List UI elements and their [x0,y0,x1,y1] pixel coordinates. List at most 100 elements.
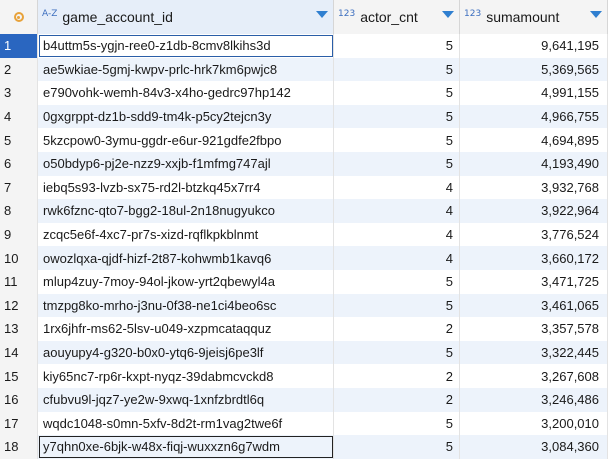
sumamount-cell[interactable]: 9,641,195 [460,34,608,58]
table-row[interactable]: 15 kiy65nc7-rp6r-kxpt-nyqz-39dabmcvckd8 … [0,364,608,388]
actor-cnt-cell[interactable]: 2 [334,317,460,341]
game-account-id-cell[interactable]: b4uttm5s-ygjn-ree0-z1db-8cmv8lkihs3d [38,34,334,58]
game-account-id-cell[interactable]: ae5wkiae-5gmj-kwpv-prlc-hrk7km6pwjc8 [38,57,334,82]
row-number[interactable]: 15 [0,364,38,388]
game-account-id-cell[interactable]: zcqc5e6f-4xc7-pr7s-xizd-rqflkpkblnmt [38,222,334,247]
filter-dropdown-icon[interactable] [590,11,602,18]
row-number[interactable]: 16 [0,388,38,412]
grid-header: A-Z game_account_id 123 actor_cnt 123 su… [0,0,608,35]
row-number[interactable]: 8 [0,199,38,223]
actor-cnt-cell[interactable]: 4 [334,175,460,200]
sumamount-cell[interactable]: 3,471,725 [460,270,608,294]
actor-cnt-cell[interactable]: 5 [334,435,460,459]
row-number[interactable]: 9 [0,222,38,247]
sumamount-cell[interactable]: 4,694,895 [460,128,608,152]
game-account-id-cell[interactable]: aouyupy4-g320-b0x0-ytq6-9jeisj6pe3lf [38,340,334,365]
game-account-id-cell[interactable]: 1rx6jhfr-ms62-5lsv-u049-xzpmcataqquz [38,317,334,341]
filter-dropdown-icon[interactable] [316,11,328,18]
sumamount-cell[interactable]: 3,932,768 [460,175,608,200]
row-number[interactable]: 6 [0,152,38,176]
table-row[interactable]: 16 cfubvu9l-jqz7-ye2w-9xwq-1xnfzbrdtl6q … [0,388,608,412]
table-row[interactable]: 5 5kzcpow0-3ymu-ggdr-e6ur-921gdfe2fbpo 5… [0,128,608,152]
actor-cnt-cell[interactable]: 5 [334,57,460,82]
game-account-id-cell[interactable]: kiy65nc7-rp6r-kxpt-nyqz-39dabmcvckd8 [38,364,334,388]
row-number[interactable]: 13 [0,317,38,341]
sumamount-cell[interactable]: 3,461,065 [460,293,608,318]
game-account-id-cell[interactable]: 0gxgrppt-dz1b-sdd9-tm4k-p5cy2tejcn3y [38,104,334,129]
game-account-id-cell[interactable]: 5kzcpow0-3ymu-ggdr-e6ur-921gdfe2fbpo [38,128,334,152]
game-account-id-cell[interactable]: tmzpg8ko-mrho-j3nu-0f38-ne1ci4beo6sc [38,293,334,318]
table-row[interactable]: 6 o50bdyp6-pj2e-nzz9-xxjb-f1mfmg747ajl 5… [0,152,608,176]
actor-cnt-cell[interactable]: 5 [334,81,460,105]
game-account-id-cell[interactable]: mlup4zuy-7moy-94ol-jkow-yrt2qbewyl4a [38,270,334,294]
table-row[interactable]: 11 mlup4zuy-7moy-94ol-jkow-yrt2qbewyl4a … [0,270,608,294]
sumamount-cell[interactable]: 3,084,360 [460,435,608,459]
actor-cnt-cell[interactable]: 5 [334,293,460,318]
table-row[interactable]: 12 tmzpg8ko-mrho-j3nu-0f38-ne1ci4beo6sc … [0,293,608,318]
sumamount-cell[interactable]: 3,200,010 [460,411,608,436]
table-row[interactable]: 4 0gxgrppt-dz1b-sdd9-tm4k-p5cy2tejcn3y 5… [0,104,608,129]
game-account-id-cell[interactable]: rwk6fznc-qto7-bgg2-18ul-2n18nugyukco [38,199,334,223]
column-header-game-account-id[interactable]: A-Z game_account_id [38,0,334,34]
actor-cnt-cell[interactable]: 4 [334,222,460,247]
row-number[interactable]: 12 [0,293,38,318]
table-row[interactable]: 2 ae5wkiae-5gmj-kwpv-prlc-hrk7km6pwjc8 5… [0,57,608,82]
sumamount-cell[interactable]: 3,776,524 [460,222,608,247]
actor-cnt-cell[interactable]: 5 [334,34,460,58]
table-row[interactable]: 3 e790vohk-wemh-84v3-x4ho-gedrc97hp142 5… [0,81,608,105]
row-number[interactable]: 5 [0,128,38,152]
game-account-id-cell[interactable]: e790vohk-wemh-84v3-x4ho-gedrc97hp142 [38,81,334,105]
column-header-label: game_account_id [62,9,173,25]
sumamount-cell[interactable]: 4,966,755 [460,104,608,129]
actor-cnt-cell[interactable]: 5 [334,340,460,365]
table-row[interactable]: 18 y7qhn0xe-6bjk-w48x-fiqj-wuxxzn6g7wdm … [0,435,608,459]
row-number[interactable]: 4 [0,104,38,129]
row-number[interactable]: 14 [0,340,38,365]
row-number[interactable]: 10 [0,246,38,270]
game-account-id-cell[interactable]: wqdc1048-s0mn-5xfv-8d2t-rm1vag2twe6f [38,411,334,436]
numeric-type-icon: 123 [338,9,356,19]
actor-cnt-cell[interactable]: 2 [334,388,460,412]
actor-cnt-cell[interactable]: 4 [334,199,460,223]
table-row[interactable]: 10 owozlqxa-qjdf-hizf-2t87-kohwmb1kavq6 … [0,246,608,270]
sumamount-cell[interactable]: 3,922,964 [460,199,608,223]
row-number[interactable]: 11 [0,270,38,294]
actor-cnt-cell[interactable]: 2 [334,364,460,388]
row-number[interactable]: 17 [0,411,38,436]
game-account-id-cell[interactable]: owozlqxa-qjdf-hizf-2t87-kohwmb1kavq6 [38,246,334,270]
table-row[interactable]: 9 zcqc5e6f-4xc7-pr7s-xizd-rqflkpkblnmt 4… [0,222,608,247]
row-number[interactable]: 3 [0,81,38,105]
game-account-id-cell[interactable]: iebq5s93-lvzb-sx75-rd2l-btzkq45x7rr4 [38,175,334,200]
row-number[interactable]: 2 [0,57,38,82]
actor-cnt-cell[interactable]: 5 [334,411,460,436]
sumamount-cell[interactable]: 3,246,486 [460,388,608,412]
actor-cnt-cell[interactable]: 5 [334,104,460,129]
row-number[interactable]: 1 [0,34,38,58]
table-row[interactable]: 1 b4uttm5s-ygjn-ree0-z1db-8cmv8lkihs3d 5… [0,34,608,58]
game-account-id-cell[interactable]: cfubvu9l-jqz7-ye2w-9xwq-1xnfzbrdtl6q [38,388,334,412]
sumamount-cell[interactable]: 4,991,155 [460,81,608,105]
actor-cnt-cell[interactable]: 4 [334,246,460,270]
row-number[interactable]: 7 [0,175,38,200]
column-header-sumamount[interactable]: 123 sumamount [460,0,608,34]
actor-cnt-cell[interactable]: 5 [334,152,460,176]
sumamount-cell[interactable]: 3,267,608 [460,364,608,388]
sumamount-cell[interactable]: 3,357,578 [460,317,608,341]
filter-dropdown-icon[interactable] [442,11,454,18]
sumamount-cell[interactable]: 3,660,172 [460,246,608,270]
table-row[interactable]: 8 rwk6fznc-qto7-bgg2-18ul-2n18nugyukco 4… [0,199,608,223]
table-row[interactable]: 17 wqdc1048-s0mn-5xfv-8d2t-rm1vag2twe6f … [0,411,608,436]
sumamount-cell[interactable]: 3,322,445 [460,340,608,365]
select-all-corner[interactable] [0,0,38,34]
table-row[interactable]: 7 iebq5s93-lvzb-sx75-rd2l-btzkq45x7rr4 4… [0,175,608,200]
actor-cnt-cell[interactable]: 5 [334,128,460,152]
row-number[interactable]: 18 [0,435,38,459]
game-account-id-cell[interactable]: o50bdyp6-pj2e-nzz9-xxjb-f1mfmg747ajl [38,152,334,176]
actor-cnt-cell[interactable]: 5 [334,270,460,294]
game-account-id-cell[interactable]: y7qhn0xe-6bjk-w48x-fiqj-wuxxzn6g7wdm [38,435,334,459]
sumamount-cell[interactable]: 5,369,565 [460,57,608,82]
column-header-actor-cnt[interactable]: 123 actor_cnt [334,0,460,34]
table-row[interactable]: 14 aouyupy4-g320-b0x0-ytq6-9jeisj6pe3lf … [0,340,608,365]
table-row[interactable]: 13 1rx6jhfr-ms62-5lsv-u049-xzpmcataqquz … [0,317,608,341]
sumamount-cell[interactable]: 4,193,490 [460,152,608,176]
